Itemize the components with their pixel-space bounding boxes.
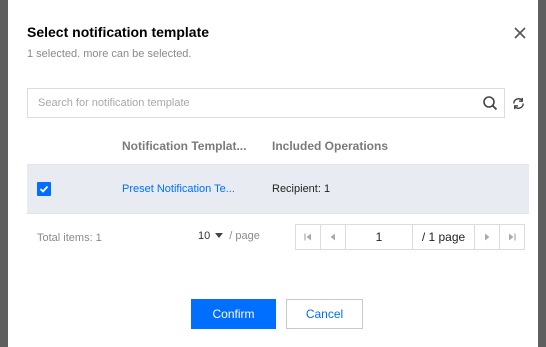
column-header-name: Notification Templat... [122,139,247,153]
selection-status: 1 selected. more can be selected. [27,48,192,60]
first-page-button[interactable] [296,225,321,249]
dialog-title: Select notification template [27,24,210,40]
select-template-dialog: Select notification template 1 selected.… [8,0,538,347]
last-page-icon [509,233,516,241]
next-page-button[interactable] [475,225,499,249]
table-header: Notification Templat... Included Operati… [27,128,529,165]
page-number-input[interactable] [345,225,413,249]
column-header-operations: Included Operations [272,139,389,153]
search-icon[interactable] [482,95,498,111]
template-name-link[interactable]: Preset Notification Te... [122,183,235,195]
close-icon[interactable] [511,24,529,42]
page-size-value: 10 [198,230,211,242]
page-size-select[interactable]: 10 / page [198,230,260,242]
prev-page-icon [330,233,335,241]
cancel-button[interactable]: Cancel [286,299,363,329]
last-page-button[interactable] [499,225,524,249]
search-input[interactable] [28,89,488,117]
pagination: Total items: 1 10 / page / 1 page [27,222,529,252]
next-page-icon [485,233,490,241]
total-items: Total items: 1 [37,232,102,244]
template-table: Notification Templat... Included Operati… [27,128,529,214]
row-checkbox[interactable] [37,182,51,196]
caret-down-icon [215,233,224,238]
refresh-icon[interactable] [511,96,526,111]
table-row[interactable]: Preset Notification Te... Recipient: 1 [27,165,529,214]
per-page-label: / page [229,230,260,242]
checkmark-icon [39,185,49,193]
confirm-button[interactable]: Confirm [191,299,276,329]
search-box [27,88,505,118]
total-pages: / 1 page [413,225,475,249]
included-operations: Recipient: 1 [272,183,331,195]
prev-page-button[interactable] [321,225,345,249]
first-page-icon [304,233,311,241]
page-navigator: / 1 page [295,224,525,250]
close-button[interactable] [511,24,529,42]
